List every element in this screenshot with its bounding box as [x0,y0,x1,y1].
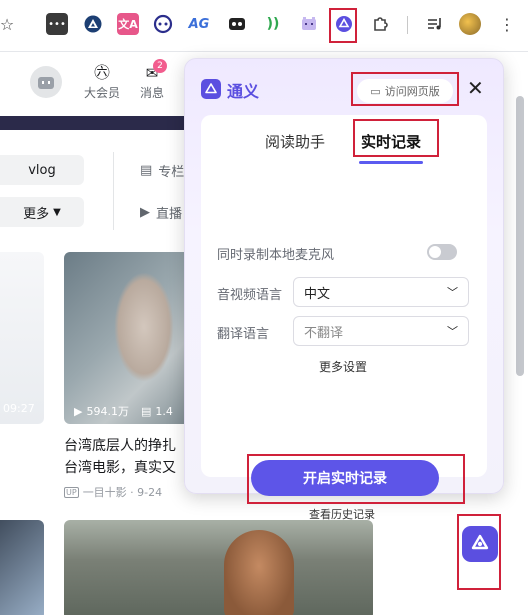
active-tab-indicator [359,161,423,164]
star-icon[interactable]: ☆ [0,13,18,35]
chevron-down-icon: ▼ [53,206,61,218]
menu-dots-icon[interactable]: ⋮ [496,13,518,35]
left-card-duration: 09:27 [3,402,35,415]
browser-toolbar: ☆ ••• 文A AG )) ⋮ [0,0,528,52]
more-label: 更多 [23,206,50,222]
pixel-cat-icon[interactable] [298,13,320,35]
card1-title-line2[interactable]: 台湾电影，真实又 [64,457,176,479]
nav-divider [113,152,114,230]
chevron-down-icon: ﹀ [447,286,458,299]
tab-reading-assistant[interactable]: 阅读助手 [265,131,325,152]
highlight-start-box [247,454,465,504]
card1-danmaku-value: 1.4 [155,404,173,418]
popup-panel: 阅读助手 实时记录 同时录制本地麦克风 音视频语言 中文 ﹀ 翻译语言 不翻译 … [201,115,487,521]
translate-icon[interactable]: 文A [117,13,139,35]
highlight-float-box [457,514,501,590]
chevron-down-icon: ﹀ [447,325,458,338]
translate-lang-label: 翻译语言 [217,327,270,342]
message-label: 消息 [139,86,164,100]
category-more[interactable]: 更多 ▼ [0,197,84,227]
user-avatar[interactable] [30,66,62,98]
danmaku-icon: ▤ [140,404,152,418]
bilibili-face-icon[interactable] [152,13,174,35]
record-mic-toggle[interactable] [427,244,457,260]
vpn-triangle-icon[interactable] [82,13,104,35]
toolbar-separator [407,16,408,34]
brand-name: 通义 [227,82,260,101]
column-icon: ▤ [140,163,153,178]
message-badge: 2 [153,59,167,73]
message-nav[interactable]: ✉ 消息 2 [134,59,170,101]
highlight-extension-box [329,8,357,43]
video-thumbnail-1[interactable]: ▶ 594.1万 ▤ 1.4 [64,252,194,424]
card1-uploader[interactable]: UP 一目十影 · 9-24 [64,484,162,500]
thumbnail-person [224,530,294,615]
tongyi-logo-icon [201,79,221,99]
nav-column[interactable]: ▤ 专栏 [140,161,184,180]
translate-lang-value: 不翻译 [304,325,344,341]
card1-up-name: 一目十影 · 9-24 [82,486,163,499]
nav-live[interactable]: ▶ 直播 [140,203,182,222]
history-link[interactable]: 查看历史记录 [309,506,375,522]
vip-nav[interactable]: ㊅ 大会员 [82,64,122,101]
profile-avatar[interactable] [459,13,481,35]
puzzle-icon[interactable] [369,13,391,35]
audio-lang-label: 音视频语言 [217,288,283,303]
card1-title-line1[interactable]: 台湾底层人的挣扎 [64,435,176,457]
nav-column-label: 专栏 [158,165,185,180]
more-settings-link[interactable]: 更多设置 [319,358,367,375]
category-vlog[interactable]: vlog [0,155,84,185]
ag-icon[interactable]: AG [188,13,210,35]
highlight-visit-web-box [351,72,459,106]
highlight-tab-box [353,119,439,157]
thumbnail-figure [114,272,174,382]
video-thumbnail-2[interactable] [64,520,373,615]
audio-lang-value: 中文 [304,286,331,302]
vip-icon: ㊅ [93,63,110,82]
card1-views-value: 594.1万 [86,405,129,418]
card1-views: ▶ 594.1万 ▤ 1.4 [74,403,173,419]
nav-live-label: 直播 [156,207,183,222]
audio-lang-select[interactable]: 中文 ﹀ [293,277,469,307]
video-thumbnail-left[interactable]: 09:27 [0,252,44,424]
page-scrollbar[interactable] [516,96,524,376]
signal-icon[interactable]: )) [262,13,284,35]
video-thumbnail-bottom-left[interactable] [0,520,44,615]
dots-extension-icon[interactable]: ••• [46,13,68,35]
banner-strip [0,116,190,130]
live-icon: ▶ [140,205,150,220]
close-icon[interactable]: ✕ [467,77,484,99]
translate-lang-select[interactable]: 不翻译 ﹀ [293,316,469,346]
tongyi-popup: 通义 ▭ 访问网页版 ✕ 阅读助手 实时记录 同时录制本地麦克风 音视频语言 中… [184,58,504,521]
record-mic-label: 同时录制本地麦克风 [217,248,335,263]
media-control-icon[interactable] [424,13,446,35]
play-count-icon: ▶ [74,404,83,418]
game-icon[interactable] [226,13,248,35]
vip-label: 大会员 [83,86,120,100]
up-badge: UP [64,486,79,498]
